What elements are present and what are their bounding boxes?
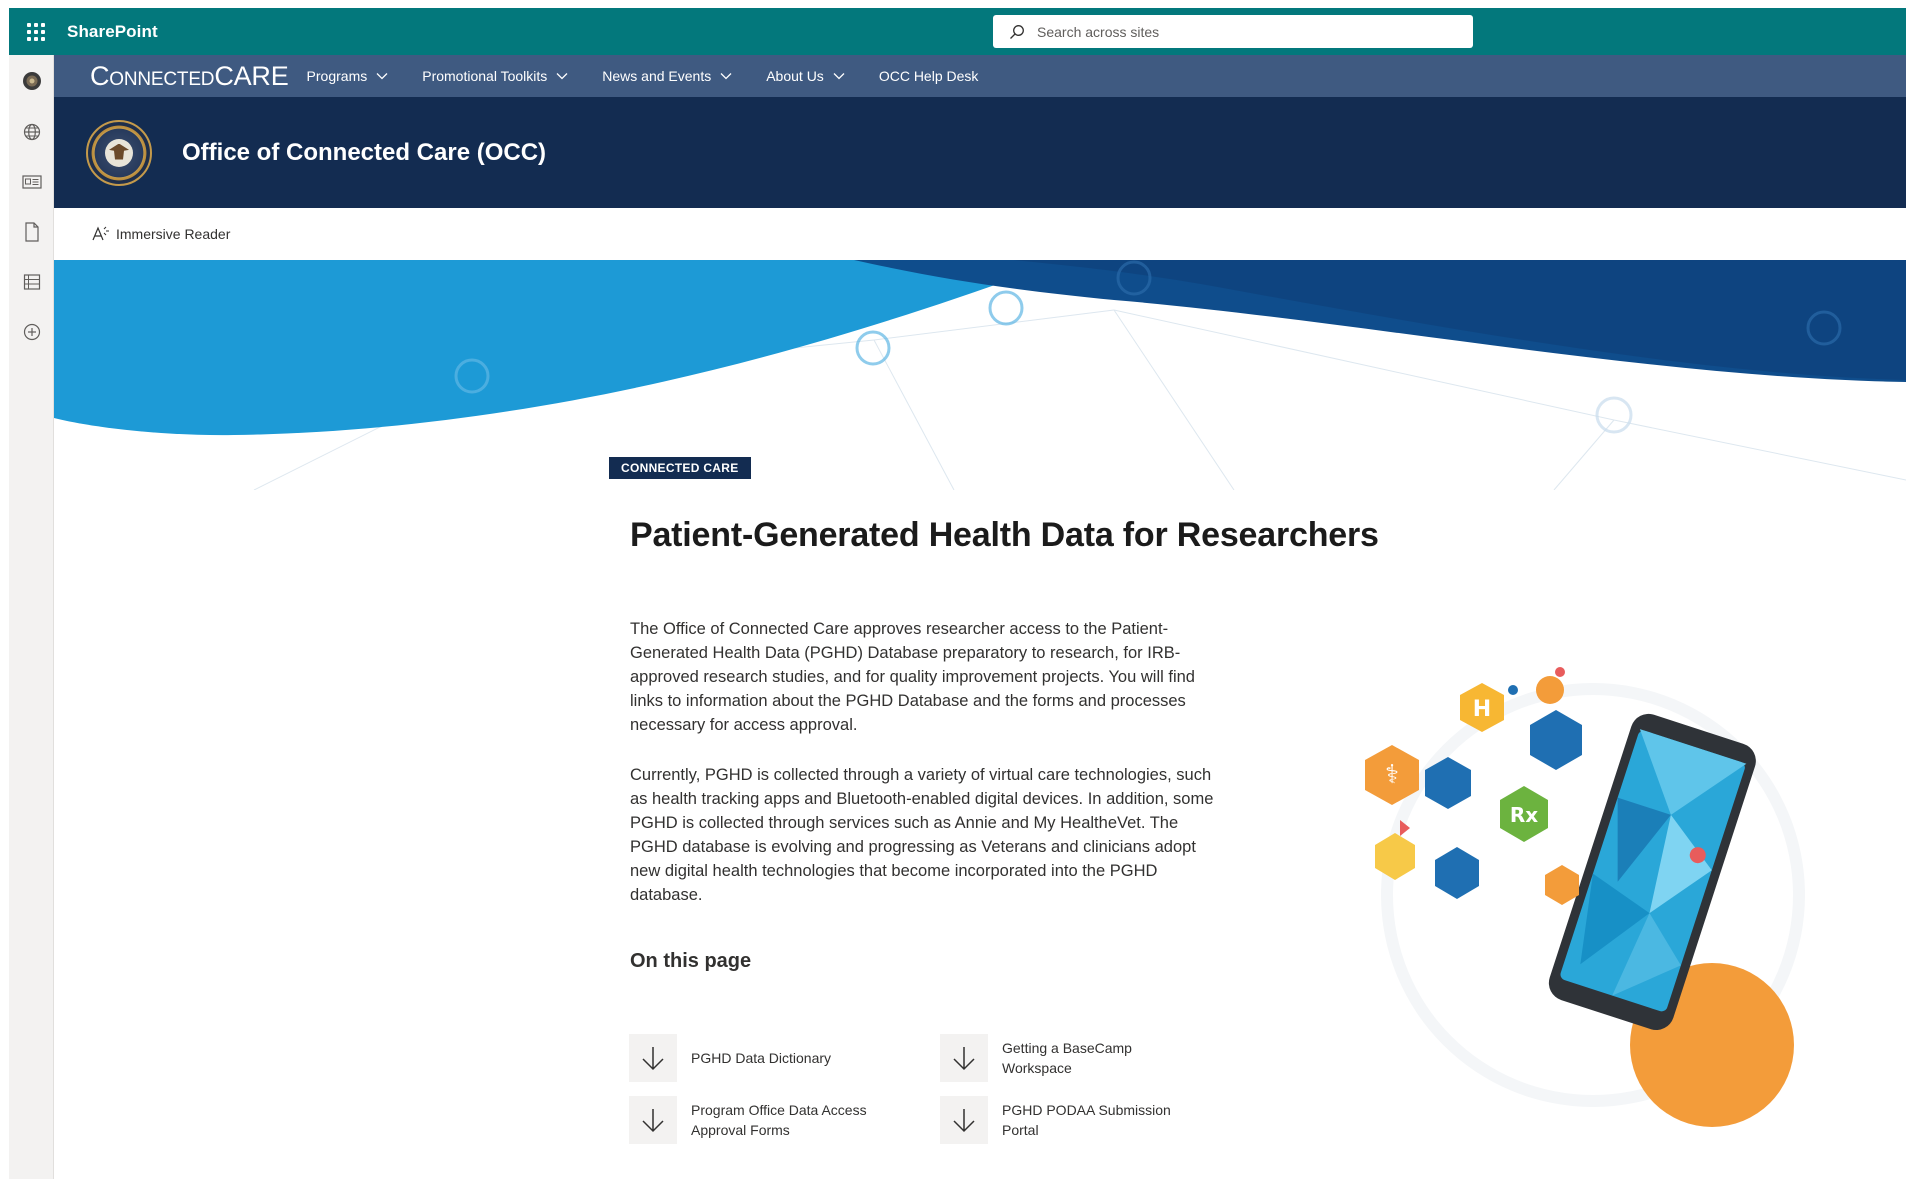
quick-link-pghd-data-dictionary[interactable]: PGHD Data Dictionary xyxy=(629,1034,891,1082)
quick-link-label: PGHD Data Dictionary xyxy=(691,1050,832,1066)
intro-paragraph: The Office of Connected Care approves re… xyxy=(630,620,1195,734)
quick-link-label: Program Office Data Access Approval Form… xyxy=(691,1102,867,1138)
add-circle-icon xyxy=(23,323,40,341)
svg-text:H: H xyxy=(1473,697,1491,722)
page-title: Patient-Generated Health Data for Resear… xyxy=(630,516,1379,554)
appbar-item-lists[interactable] xyxy=(9,257,54,307)
quick-link-approval-forms[interactable]: Program Office Data Access Approval Form… xyxy=(629,1096,891,1144)
brand-part2: CARE xyxy=(214,60,289,91)
nav-item-programs[interactable]: Programs xyxy=(307,68,389,84)
on-this-page-heading: On this page xyxy=(630,950,752,972)
arrow-down-icon xyxy=(629,1096,677,1144)
list-icon xyxy=(23,274,40,290)
globe-icon xyxy=(23,123,40,141)
search-box[interactable] xyxy=(993,15,1473,48)
arrow-down-icon xyxy=(940,1096,988,1144)
immersive-reader-icon xyxy=(92,226,109,241)
details-paragraph: Currently, PGHD is collected through a v… xyxy=(630,766,1214,904)
arrow-down-icon xyxy=(940,1034,988,1082)
nav-item-label: About Us xyxy=(766,68,824,84)
nav-item-about-us[interactable]: About Us xyxy=(766,68,845,84)
chevron-down-icon xyxy=(376,73,388,80)
quick-link-podaa-portal[interactable]: PGHD PODAA Submission Portal xyxy=(940,1096,1202,1144)
command-bar: Immersive Reader xyxy=(54,208,1906,260)
nav-item-occ-help-desk[interactable]: OCC Help Desk xyxy=(879,68,979,84)
nav-item-label: News and Events xyxy=(602,68,712,84)
nav-item-promotional-toolkits[interactable]: Promotional Toolkits xyxy=(422,68,568,84)
waffle-icon xyxy=(27,22,45,41)
arrow-down-icon xyxy=(629,1034,677,1082)
site-title[interactable]: Office of Connected Care (OCC) xyxy=(182,139,546,167)
brand-part1: Connected xyxy=(90,60,215,91)
chevron-down-icon xyxy=(833,73,845,80)
health-data-illustration: ⚕ H Rx xyxy=(1310,650,1810,1130)
hero-wave-graphic xyxy=(54,260,1906,490)
immersive-reader-button[interactable]: Immersive Reader xyxy=(92,226,230,242)
search-input[interactable] xyxy=(1037,23,1437,40)
nav-item-label: Promotional Toolkits xyxy=(422,68,548,84)
appbar-item-files[interactable] xyxy=(9,207,54,257)
svg-text:⚕: ⚕ xyxy=(1385,760,1399,790)
window-frame-top xyxy=(0,0,1906,8)
va-seal-icon xyxy=(22,72,41,90)
chevron-down-icon xyxy=(720,73,732,80)
appbar-item-home[interactable] xyxy=(9,55,54,107)
search-icon xyxy=(1010,24,1024,39)
hub-navigation: ConnectedCARE Programs Promotional Toolk… xyxy=(54,55,1906,97)
hero-banner xyxy=(54,260,1906,490)
app-launcher-button[interactable] xyxy=(17,8,55,55)
appbar-item-create[interactable] xyxy=(9,307,54,357)
appbar-item-sites[interactable] xyxy=(9,107,54,157)
va-seal-icon[interactable] xyxy=(86,119,152,186)
quick-link-label: Getting a BaseCamp Workspace xyxy=(1002,1040,1132,1076)
app-name[interactable]: SharePoint xyxy=(67,22,158,42)
app-bar xyxy=(9,55,54,1179)
window-frame-left xyxy=(0,0,9,1179)
nav-item-label: OCC Help Desk xyxy=(878,68,979,84)
connected-care-logo[interactable]: ConnectedCARE xyxy=(90,61,289,92)
document-icon xyxy=(24,222,39,242)
suite-bar: SharePoint xyxy=(9,8,1906,55)
site-header: Office of Connected Care (OCC) xyxy=(54,97,1906,208)
svg-text:Rx: Rx xyxy=(1510,803,1538,827)
chevron-down-icon xyxy=(556,73,568,80)
immersive-reader-label: Immersive Reader xyxy=(116,226,231,242)
appbar-item-news[interactable] xyxy=(9,157,54,207)
quick-link-basecamp-workspace[interactable]: Getting a BaseCamp Workspace xyxy=(940,1034,1202,1082)
topic-tag: CONNECTED CARE xyxy=(609,457,751,479)
quick-link-label: PGHD PODAA Submission Portal xyxy=(1002,1102,1171,1138)
nav-item-label: Programs xyxy=(306,68,368,84)
nav-item-news-and-events[interactable]: News and Events xyxy=(602,68,732,84)
news-icon xyxy=(21,175,42,189)
